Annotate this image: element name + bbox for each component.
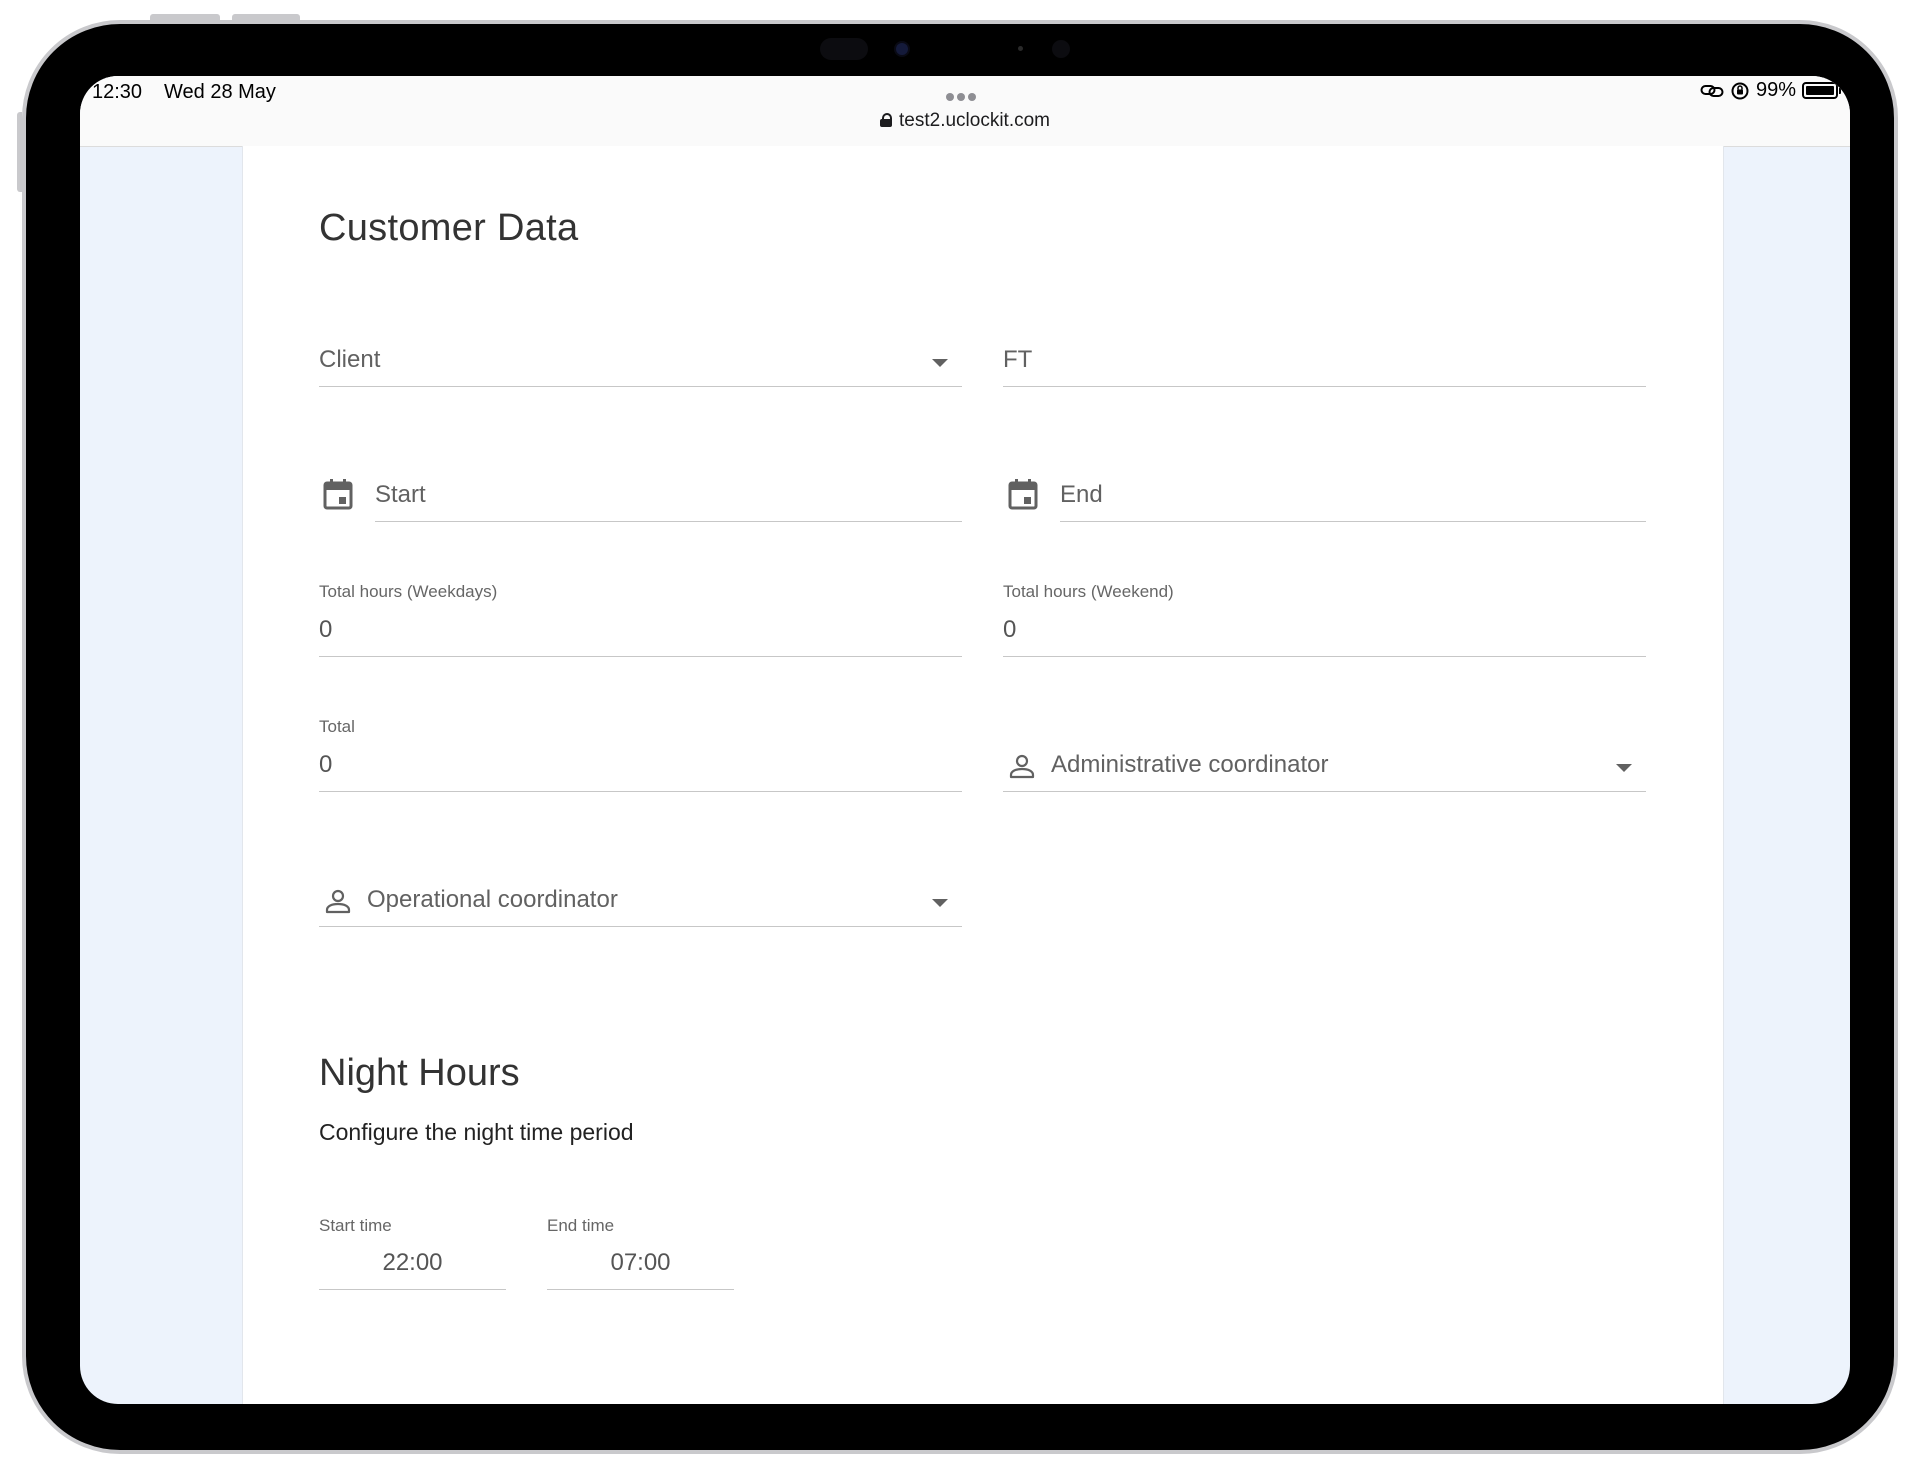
link-icon [1700,84,1724,97]
camera-lens [896,43,908,55]
end-placeholder: End [1060,481,1103,508]
dropdown-arrow-icon [932,899,948,907]
dropdown-arrow-icon [932,359,948,367]
camera-bar [820,35,1080,65]
total-hours-weekdays-value: 0 [319,616,333,643]
address-bar[interactable]: test2.uclockit.com [80,110,1850,132]
total-label: Total [319,717,355,736]
status-date: Wed 28 May [164,81,276,103]
ft-input[interactable]: FT [1003,346,1646,387]
night-hours-subtitle: Configure the night time period [319,1119,634,1145]
client-select[interactable]: Client [319,346,962,387]
client-placeholder: Client [319,346,381,373]
operational-coordinator-select[interactable]: Operational coordinator [319,886,962,927]
start-date-input[interactable]: Start [375,481,962,522]
ft-placeholder: FT [1003,346,1033,373]
end-time-label: End time [547,1216,615,1235]
sensor-ring [1052,40,1070,58]
person-icon [325,889,351,914]
administrative-coordinator-placeholder: Administrative coordinator [1051,751,1329,778]
total-value: 0 [319,751,333,778]
total-input[interactable]: 0 [319,751,962,792]
total-hours-weekend-input[interactable]: 0 [1003,616,1646,657]
administrative-coordinator-select[interactable]: Administrative coordinator [1003,751,1646,792]
multitasking-dots[interactable] [946,88,979,106]
sensor-dot [1018,46,1023,51]
start-time-label: Start time [319,1216,392,1235]
total-hours-weekdays-label: Total hours (Weekdays) [319,582,498,601]
end-time-input[interactable]: 07:00 [547,1249,734,1290]
start-time-value: 22:00 [382,1249,443,1276]
sensor-pill [820,38,868,60]
customer-data-title: Customer Data [319,207,579,249]
battery-icon [1802,82,1841,99]
total-hours-weekend-value: 0 [1003,616,1017,643]
dropdown-arrow-icon [1616,764,1632,772]
calendar-icon[interactable] [1008,478,1038,510]
night-hours-title: Night Hours [319,1052,520,1094]
battery-level [1806,86,1834,95]
calendar-icon[interactable] [323,478,353,510]
total-hours-weekend-label: Total hours (Weekend) [1003,582,1174,601]
end-time-value: 07:00 [610,1249,671,1276]
lock-icon [880,113,892,127]
status-right: 99% [1700,79,1841,102]
customer-form-card: Customer Data Client FT Start End Total … [242,146,1724,1404]
total-hours-weekdays-input[interactable]: 0 [319,616,962,657]
operational-coordinator-placeholder: Operational coordinator [367,886,618,913]
start-placeholder: Start [375,481,426,508]
orientation-lock-icon [1731,82,1749,99]
status-time: 12:30 [92,81,143,103]
start-time-input[interactable]: 22:00 [319,1249,506,1290]
screen: 12:30 Wed 28 May test2.uclockit.com 99% … [80,76,1850,1404]
status-bar: 12:30 Wed 28 May test2.uclockit.com 99% [80,76,1850,147]
url-text: test2.uclockit.com [899,110,1050,131]
battery-percent: 99% [1755,79,1796,101]
person-icon [1009,754,1035,779]
end-date-input[interactable]: End [1060,481,1646,522]
